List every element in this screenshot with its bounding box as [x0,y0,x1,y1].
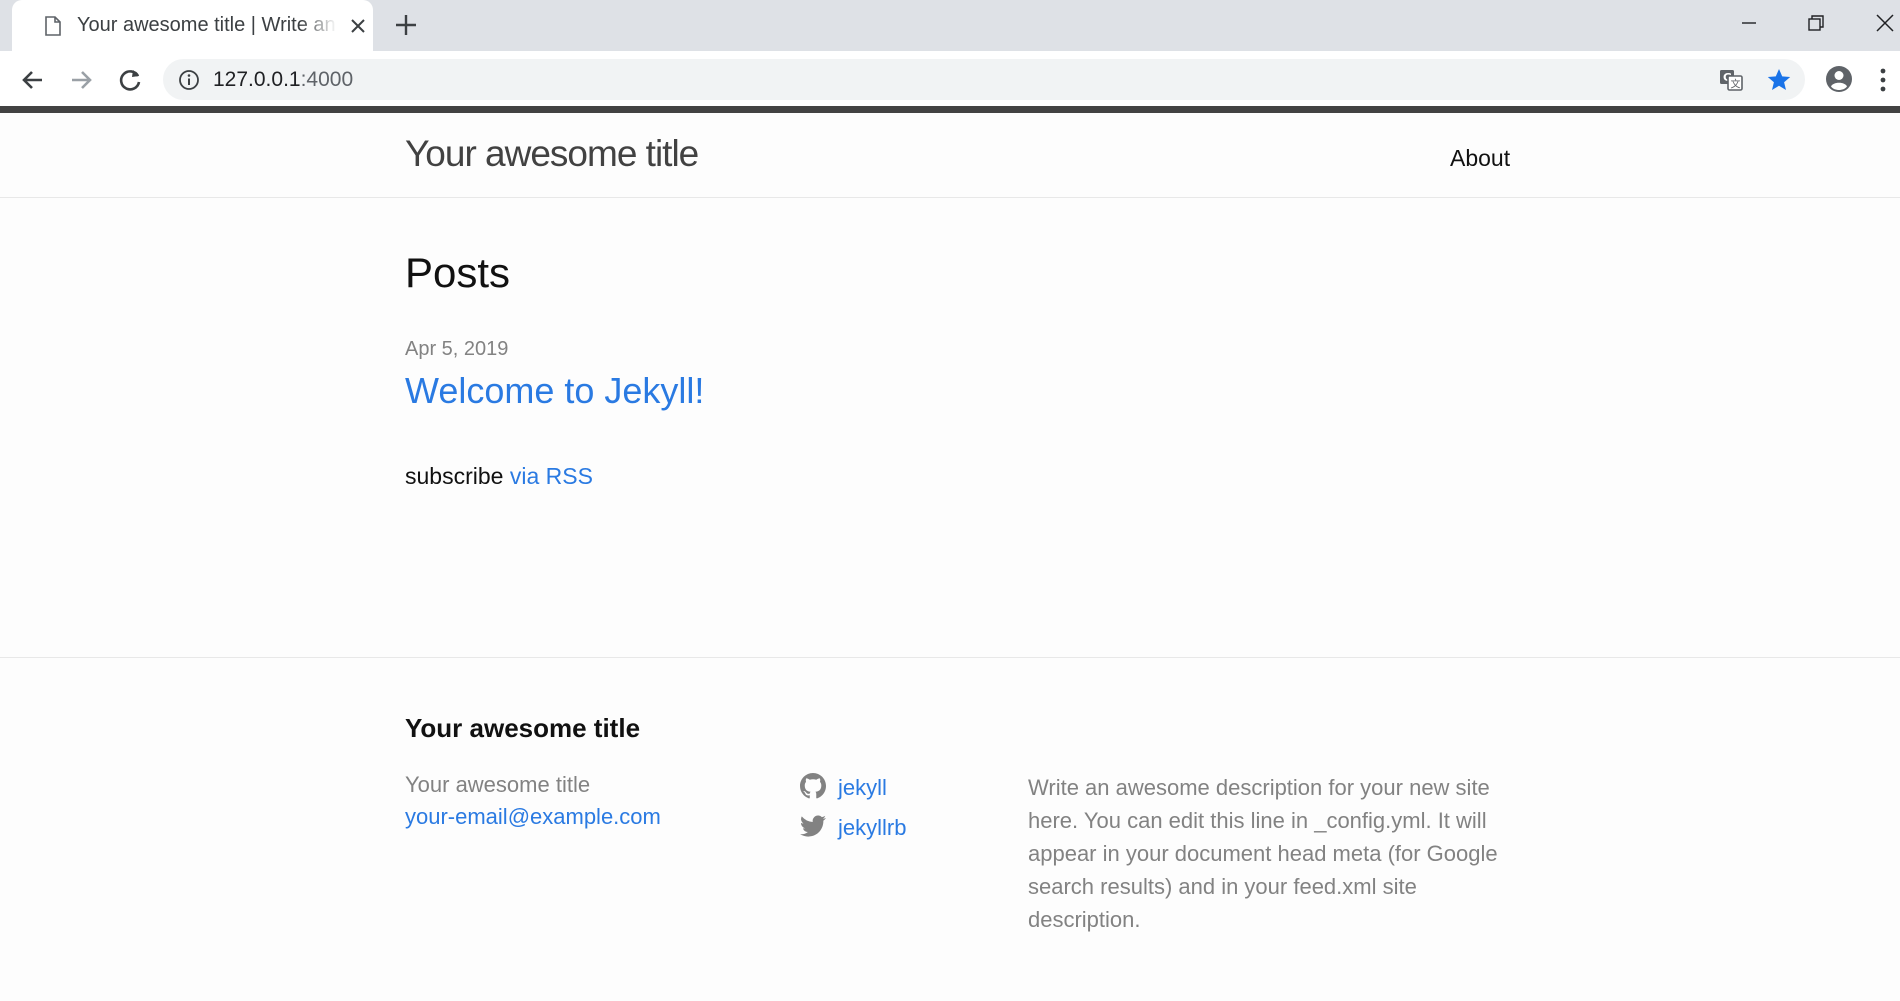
document-icon [45,16,61,36]
header-stripe [0,106,1900,113]
info-icon[interactable] [178,69,200,91]
translate-icon[interactable]: G 文 [1718,67,1744,93]
site-footer: Your awesome title Your awesome title yo… [0,657,1900,1001]
tab-close-icon[interactable] [346,14,370,38]
site-header: Your awesome title About [0,113,1900,198]
post-title-link[interactable]: Welcome to Jekyll! [405,370,704,412]
browser-tab-strip: Your awesome title | Write an awesome de… [0,0,1900,51]
menu-icon[interactable] [1878,65,1888,95]
url-host: 127.0.0.1 [213,68,301,91]
browser-toolbar: 127.0.0.1:4000 G 文 [0,51,1900,110]
restore-icon[interactable] [1803,10,1829,36]
account-icon[interactable] [1824,64,1854,94]
browser-tab[interactable]: Your awesome title | Write an awesome de… [12,0,373,51]
reload-icon[interactable] [115,65,145,95]
url-text: 127.0.0.1:4000 [213,68,353,92]
subscribe-text: subscribe [405,463,504,489]
new-tab-icon[interactable] [393,12,419,38]
forward-icon[interactable] [66,65,96,95]
twitter-label: jekyllrb [838,815,907,840]
github-icon [800,773,826,799]
rss-subscribe: subscribe via RSS [405,463,593,490]
site-title-link[interactable]: Your awesome title [405,133,699,175]
footer-heading: Your awesome title [405,713,641,743]
page-viewport: Your awesome title About Posts Apr 5, 20… [0,106,1900,1001]
post-date: Apr 5, 2019 [405,338,509,360]
minimize-icon[interactable] [1736,10,1762,36]
star-icon[interactable] [1766,67,1792,93]
back-icon[interactable] [18,65,48,95]
site-description: Write an awesome description for your ne… [1028,775,1498,932]
window-close-icon[interactable] [1872,10,1898,36]
twitter-icon [800,815,826,837]
posts-heading: Posts [405,249,511,296]
address-bar[interactable]: 127.0.0.1:4000 G 文 [163,59,1805,100]
github-label: jekyll [838,775,887,800]
url-port: :4000 [300,68,354,91]
nav-link-about[interactable]: About [1450,145,1510,172]
rss-link[interactable]: via RSS [510,463,593,489]
footer-email-link[interactable]: your-email@example.com [405,804,661,830]
footer-site-name: Your awesome title [405,772,591,797]
svg-text:文: 文 [1731,78,1741,91]
tab-title: Your awesome title | Write an awesome de… [77,14,337,36]
